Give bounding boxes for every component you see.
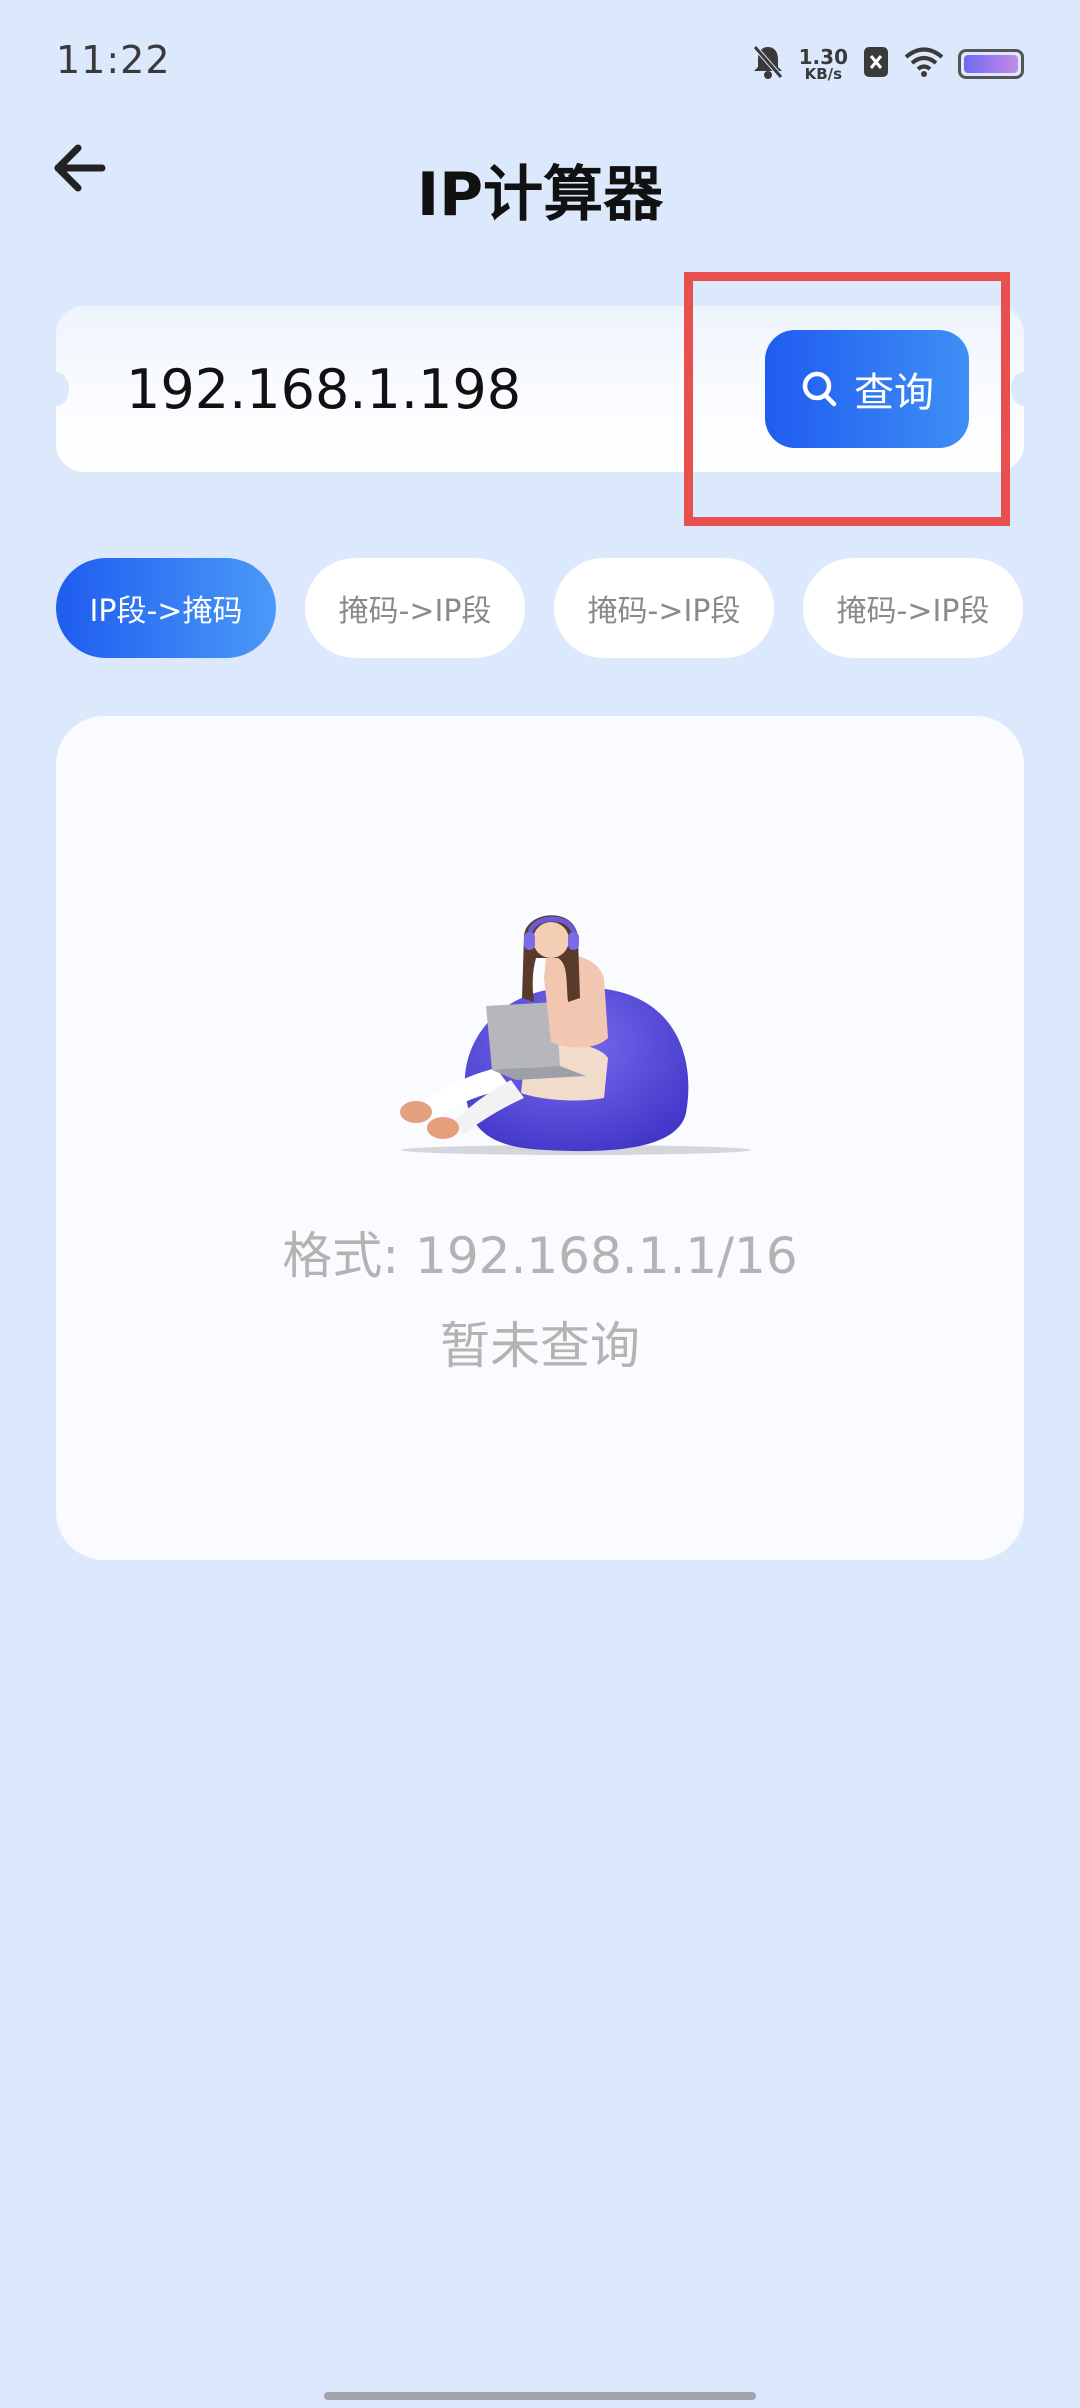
query-button[interactable]: 查询 <box>765 330 969 448</box>
girl-with-laptop-illustration <box>400 915 751 1155</box>
tab-ip-to-mask[interactable]: IP段->掩码 <box>56 558 276 658</box>
result-card: 格式: 192.168.1.1/16 暂未查询 <box>56 716 1024 1560</box>
search-icon <box>802 371 837 407</box>
battery-level <box>964 55 1018 73</box>
home-indicator[interactable] <box>324 2392 756 2400</box>
screen: 11:22 1.30 KB/s IP计算器 192.168.1.198 查询 I… <box>0 0 1080 2408</box>
empty-state-text: 暂未查询 <box>440 1317 640 1375</box>
tab-mask-to-ip-2[interactable]: 掩码->IP段 <box>554 558 774 658</box>
mode-tabs: IP段->掩码 掩码->IP段 掩码->IP段 掩码->IP段 <box>56 558 1024 658</box>
tab-mask-to-ip-1[interactable]: 掩码->IP段 <box>305 558 525 658</box>
card-notch-right <box>1011 372 1037 406</box>
status-icons: 1.30 KB/s <box>751 42 1024 86</box>
notification-x-icon <box>862 45 890 83</box>
format-hint: 格式: 192.168.1.1/16 <box>282 1227 798 1285</box>
status-bar: 11:22 1.30 KB/s <box>0 0 1080 120</box>
query-button-label: 查询 <box>854 370 934 416</box>
network-speed: 1.30 KB/s <box>799 47 848 82</box>
tab-mask-to-ip-3[interactable]: 掩码->IP段 <box>803 558 1023 658</box>
wifi-icon <box>904 46 944 82</box>
ip-input[interactable] <box>126 346 686 432</box>
battery-icon <box>958 49 1024 79</box>
card-notch-left <box>43 372 69 406</box>
network-speed-unit: KB/s <box>804 64 843 83</box>
network-speed-value: 1.30 <box>798 44 848 69</box>
page-title: IP计算器 <box>416 160 664 230</box>
status-time: 11:22 <box>56 38 171 82</box>
mute-bell-icon <box>751 43 785 85</box>
